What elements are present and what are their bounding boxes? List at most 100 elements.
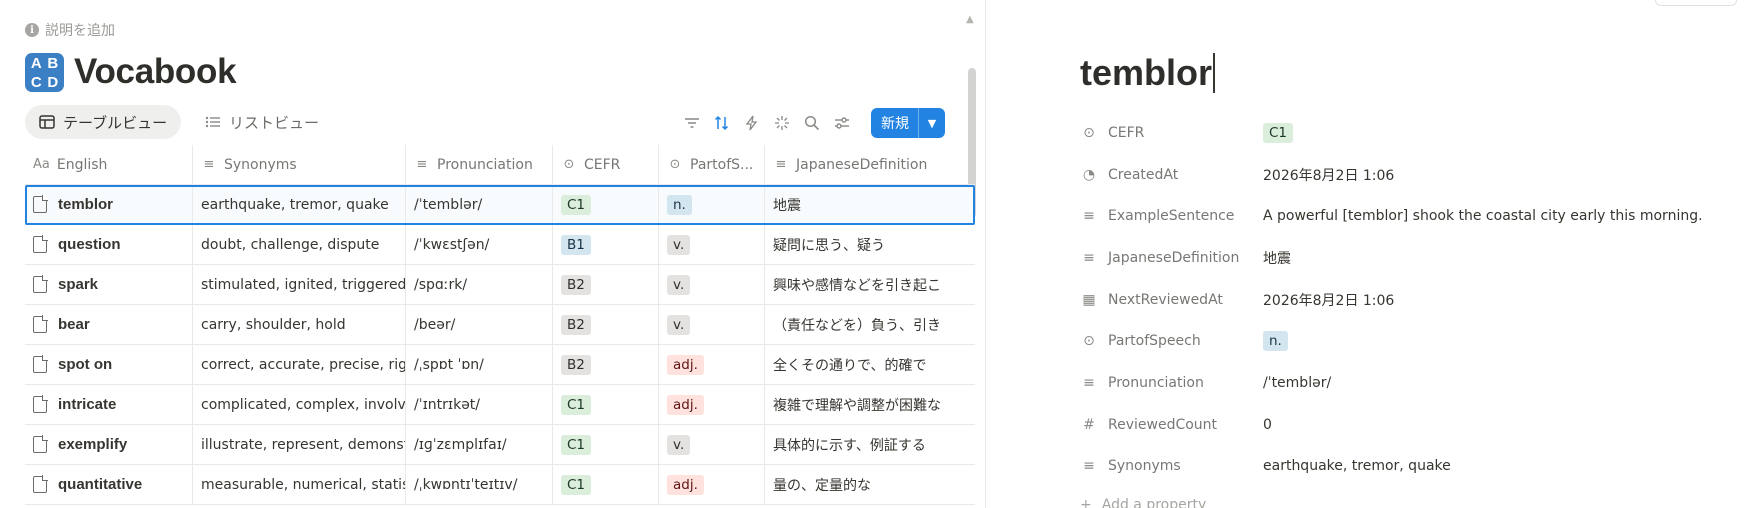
cell-partofspeech[interactable]: adj.	[659, 465, 765, 504]
page-title[interactable]: temblor	[1080, 52, 1215, 94]
add-property-button[interactable]: + Add a property	[1080, 497, 1206, 508]
cell-synonyms[interactable]: carry, shoulder, hold	[193, 305, 406, 344]
new-button[interactable]: 新規 ▼	[871, 108, 945, 138]
cell-synonyms[interactable]: complicated, complex, involved	[193, 385, 406, 424]
cell-partofspeech[interactable]: adj.	[659, 345, 765, 384]
column-header-pronunciation[interactable]: ≡ Pronunciation	[406, 145, 553, 184]
cell-partofspeech[interactable]: v.	[659, 265, 765, 304]
column-header-japanesedefinition[interactable]: ≡ JapaneseDefinition	[765, 145, 975, 184]
property-value[interactable]: /ˈtemblər/	[1263, 375, 1331, 391]
property-row-japanesedefinition[interactable]: ≡ JapaneseDefinition 地震	[1080, 237, 1740, 279]
search-icon[interactable]	[803, 114, 821, 132]
cell-english[interactable]: question	[25, 225, 193, 264]
cell-english[interactable]: bear	[25, 305, 193, 344]
cell-pronunciation[interactable]: /spɑːrk/	[406, 265, 553, 304]
property-row-pronunciation[interactable]: ≡ Pronunciation /ˈtemblər/	[1080, 362, 1740, 404]
add-description-button[interactable]: i 説明を追加	[25, 20, 115, 40]
cell-partofspeech[interactable]: v.	[659, 425, 765, 464]
automation-icon[interactable]	[743, 114, 761, 132]
cell-partofspeech[interactable]: v.	[659, 225, 765, 264]
cell-cefr[interactable]: C1	[553, 465, 659, 504]
property-value[interactable]: 2026年8月2日 1:06	[1263, 165, 1394, 185]
property-name[interactable]: ≡ Pronunciation	[1080, 375, 1263, 391]
cell-english[interactable]: quantitative	[25, 465, 193, 504]
cell-pronunciation[interactable]: /ˌkwɒntɪˈteɪtɪv/	[406, 465, 553, 504]
cell-pronunciation[interactable]: /ɪɡˈzɛmplɪfaɪ/	[406, 425, 553, 464]
cell-synonyms[interactable]: earthquake, tremor, quake	[193, 185, 406, 224]
property-row-reviewedcount[interactable]: # ReviewedCount 0	[1080, 404, 1740, 446]
cell-synonyms[interactable]: correct, accurate, precise, right	[193, 345, 406, 384]
table-row[interactable]: spark stimulated, ignited, triggered, st…	[25, 265, 975, 305]
column-header-partofspeech[interactable]: ⊙ PartofS...	[659, 145, 765, 184]
cell-pronunciation[interactable]: /ˌspɒt ˈɒn/	[406, 345, 553, 384]
settings-sliders-icon[interactable]	[833, 114, 851, 132]
cell-english[interactable]: spark	[25, 265, 193, 304]
cell-english[interactable]: exemplify	[25, 425, 193, 464]
property-name[interactable]: ⊙ PartofSpeech	[1080, 333, 1263, 349]
cell-japanesedefinition[interactable]: 興味や感情などを引き起こ	[765, 265, 975, 304]
property-row-nextreviewedat[interactable]: ▦ NextReviewedAt 2026年8月2日 1:06	[1080, 279, 1740, 321]
cell-japanesedefinition[interactable]: 具体的に示す、例証する	[765, 425, 975, 464]
cell-pronunciation[interactable]: /ˈɪntrɪkət/	[406, 385, 553, 424]
column-header-synonyms[interactable]: ≡ Synonyms	[193, 145, 406, 184]
table-row[interactable]: intricate complicated, complex, involved…	[25, 385, 975, 425]
cell-partofspeech[interactable]: n.	[659, 185, 765, 224]
cell-partofspeech[interactable]: adj.	[659, 385, 765, 424]
table-row[interactable]: bear carry, shoulder, hold /beər/ B2 v. …	[25, 305, 975, 345]
cell-japanesedefinition[interactable]: 地震	[765, 185, 975, 224]
filter-icon[interactable]	[683, 114, 701, 132]
cell-pronunciation[interactable]: /ˈkwɛstʃən/	[406, 225, 553, 264]
property-name[interactable]: ≡ Synonyms	[1080, 458, 1263, 474]
table-row[interactable]: temblor earthquake, tremor, quake /ˈtemb…	[25, 185, 975, 225]
table-row[interactable]: question doubt, challenge, dispute /ˈkwɛ…	[25, 225, 975, 265]
property-row-examplesentence[interactable]: ≡ ExampleSentence A powerful [temblor] s…	[1080, 195, 1740, 237]
chevron-down-icon[interactable]: ▼	[919, 117, 945, 130]
cell-pronunciation[interactable]: /ˈtemblər/	[406, 185, 553, 224]
property-name[interactable]: ▦ NextReviewedAt	[1080, 292, 1263, 308]
table-row[interactable]: spot on correct, accurate, precise, righ…	[25, 345, 975, 385]
property-value[interactable]: earthquake, tremor, quake	[1263, 458, 1451, 474]
cell-pronunciation[interactable]: /beər/	[406, 305, 553, 344]
cell-cefr[interactable]: C1	[553, 425, 659, 464]
property-value[interactable]: C1	[1263, 122, 1294, 143]
ai-sparkle-icon[interactable]	[773, 114, 791, 132]
cell-cefr[interactable]: B2	[553, 305, 659, 344]
cell-cefr[interactable]: B2	[553, 345, 659, 384]
cell-partofspeech[interactable]: v.	[659, 305, 765, 344]
cell-english[interactable]: temblor	[25, 185, 193, 224]
property-row-cefr[interactable]: ⊙ CEFR C1	[1080, 112, 1740, 154]
cell-japanesedefinition[interactable]: 量の、定量的な	[765, 465, 975, 504]
cell-cefr[interactable]: C1	[553, 385, 659, 424]
scroll-up-arrow-icon[interactable]: ▲	[966, 14, 974, 25]
property-name[interactable]: ◔ CreatedAt	[1080, 167, 1263, 183]
cell-japanesedefinition[interactable]: 全くその通りで、的確で	[765, 345, 975, 384]
cell-japanesedefinition[interactable]: 複雑で理解や調整が困難な	[765, 385, 975, 424]
abcd-icon[interactable]: A B C D	[25, 52, 64, 92]
cell-cefr[interactable]: C1	[553, 185, 659, 224]
table-row[interactable]: quantitative measurable, numerical, stat…	[25, 465, 975, 505]
property-value[interactable]: 地震	[1263, 248, 1291, 268]
column-header-cefr[interactable]: ⊙ CEFR	[553, 145, 659, 184]
cell-synonyms[interactable]: doubt, challenge, dispute	[193, 225, 406, 264]
property-value[interactable]: A powerful [temblor] shook the coastal c…	[1263, 208, 1703, 224]
property-value[interactable]: n.	[1263, 331, 1288, 352]
property-name[interactable]: # ReviewedCount	[1080, 417, 1263, 433]
property-value[interactable]: 0	[1263, 417, 1272, 433]
cell-english[interactable]: spot on	[25, 345, 193, 384]
database-title[interactable]: Vocabook	[74, 52, 237, 92]
property-value[interactable]: 2026年8月2日 1:06	[1263, 290, 1394, 310]
cell-japanesedefinition[interactable]: （責任などを）負う、引き	[765, 305, 975, 344]
cell-cefr[interactable]: B1	[553, 225, 659, 264]
cell-english[interactable]: intricate	[25, 385, 193, 424]
cell-synonyms[interactable]: illustrate, represent, demonstra	[193, 425, 406, 464]
property-row-synonyms[interactable]: ≡ Synonyms earthquake, tremor, quake	[1080, 446, 1740, 488]
property-row-partofspeech[interactable]: ⊙ PartofSpeech n.	[1080, 320, 1740, 362]
property-row-createdat[interactable]: ◔ CreatedAt 2026年8月2日 1:06	[1080, 154, 1740, 196]
tab-list-view[interactable]: リストビュー	[191, 105, 333, 139]
cell-japanesedefinition[interactable]: 疑問に思う、疑う	[765, 225, 975, 264]
property-name[interactable]: ⊙ CEFR	[1080, 125, 1263, 141]
property-name[interactable]: ≡ ExampleSentence	[1080, 208, 1263, 224]
cell-cefr[interactable]: B2	[553, 265, 659, 304]
table-row[interactable]: exemplify illustrate, represent, demonst…	[25, 425, 975, 465]
tab-table-view[interactable]: テーブルビュー	[25, 105, 182, 139]
